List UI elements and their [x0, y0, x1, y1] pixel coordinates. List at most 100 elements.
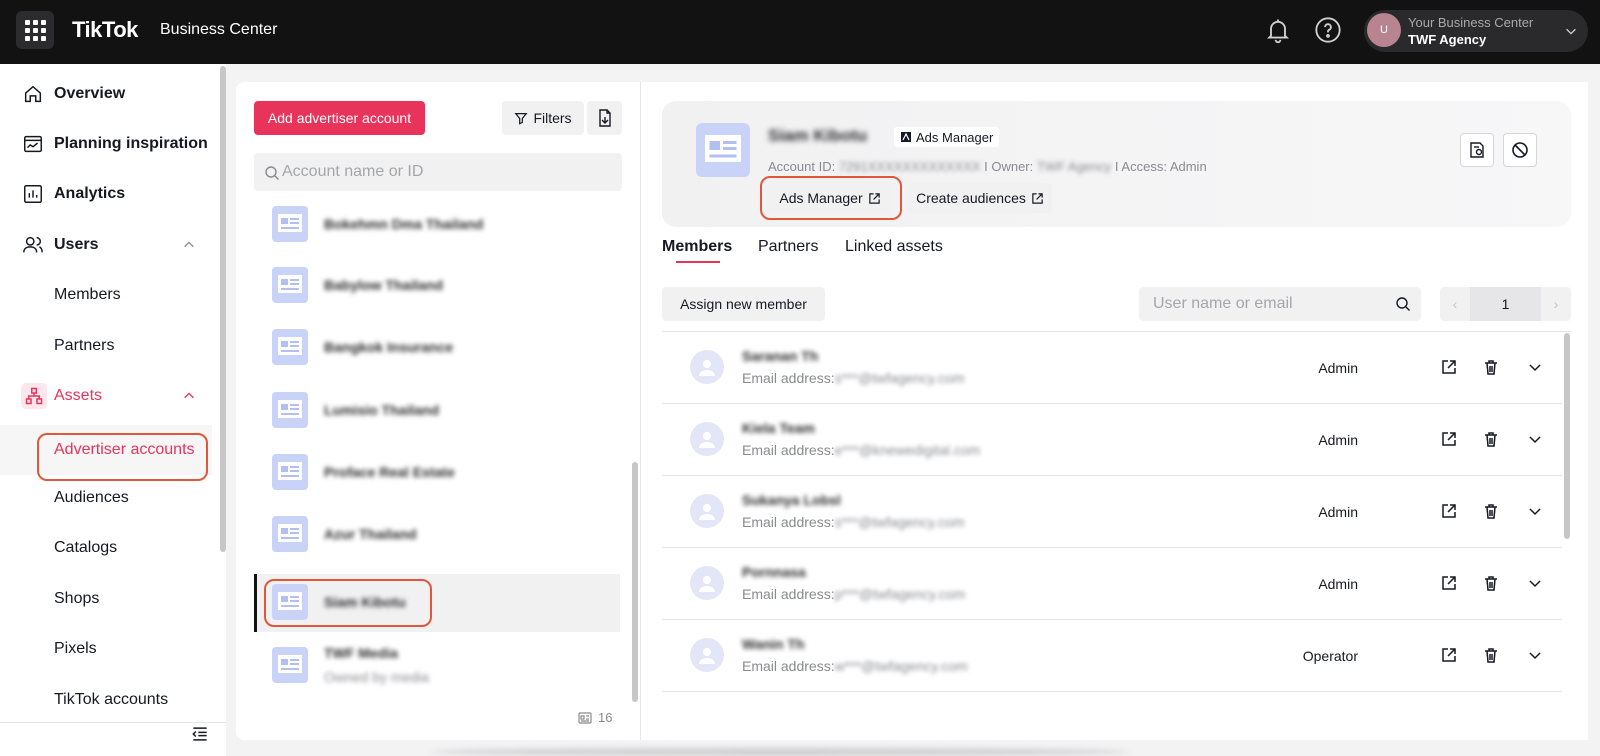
account-list-item[interactable]: Azur Thailand [254, 506, 620, 564]
member-name: Saranan Th [742, 348, 819, 364]
account-search-input[interactable] [282, 153, 612, 191]
current-page[interactable]: 1 [1470, 287, 1541, 321]
users-icon [23, 236, 43, 253]
account-list-item[interactable]: Lumisio Thailand [254, 382, 620, 440]
account-id-label: Account ID: [768, 159, 836, 174]
member-role: Admin [1318, 504, 1358, 520]
export-button[interactable] [587, 101, 622, 135]
member-role: Admin [1318, 576, 1358, 592]
chevron-down-icon[interactable] [1526, 502, 1544, 520]
email-value: w***@twfagency.com [834, 658, 968, 674]
member-row: Kiela Team Email address:e***@knewedigit… [662, 404, 1562, 476]
sidebar-item-shops[interactable]: Shops [0, 577, 212, 621]
brand-subtitle: Business Center [160, 21, 278, 38]
sidebar-item-users[interactable]: Users [0, 223, 212, 267]
disable-button[interactable] [1503, 133, 1537, 167]
member-role: Admin [1318, 432, 1358, 448]
ads-manager-icon [901, 132, 911, 142]
member-email: Email address:e***@knewedigital.com [742, 442, 980, 458]
trash-icon[interactable] [1482, 502, 1500, 520]
tab-partners[interactable]: Partners [758, 238, 818, 256]
chevron-up-icon [184, 241, 194, 248]
collapse-sidebar-icon[interactable] [190, 724, 210, 744]
external-link-icon[interactable] [1440, 358, 1458, 376]
brand-logo[interactable]: TikTok [72, 17, 138, 43]
sidebar-item-overview[interactable]: Overview [0, 72, 212, 116]
sidebar-item-audiences[interactable]: Audiences [0, 476, 212, 520]
owner-value: TWF Agency [1036, 159, 1112, 174]
account-name: TWF Media [324, 645, 398, 661]
email-value: s***@twfagency.com [834, 370, 965, 386]
account-list-item[interactable]: Babylow Thailand [254, 257, 620, 315]
external-link-icon[interactable] [1440, 646, 1458, 664]
search-icon[interactable] [1395, 296, 1411, 312]
trash-icon[interactable] [1482, 646, 1500, 664]
member-search-input[interactable] [1153, 287, 1393, 321]
trash-icon[interactable] [1482, 358, 1500, 376]
account-card-icon [578, 711, 592, 724]
chevron-down-icon[interactable] [1526, 358, 1544, 376]
account-card-icon [272, 454, 308, 490]
account-card-icon [272, 647, 308, 683]
member-search[interactable] [1139, 287, 1421, 321]
active-tab-indicator [676, 261, 720, 263]
trash-icon[interactable] [1482, 430, 1500, 448]
sidebar-item-label: Shops [54, 590, 100, 607]
account-list-item[interactable]: Bokehmn Dma Thailand [254, 196, 620, 254]
chevron-down-icon[interactable] [1526, 430, 1544, 448]
account-count: 16 [578, 710, 612, 725]
external-link-icon[interactable] [1440, 574, 1458, 592]
account-switcher[interactable]: U Your Business Center TWF Agency [1364, 10, 1588, 52]
sidebar-item-label: Users [54, 236, 99, 253]
external-link-icon[interactable] [1440, 430, 1458, 448]
external-link-icon[interactable] [1440, 502, 1458, 520]
sidebar-item-analytics[interactable]: Analytics [0, 172, 212, 216]
ads-manager-tag-label: Ads Manager [916, 129, 994, 145]
assign-new-member-button[interactable]: Assign new member [662, 287, 825, 321]
apps-grid-button[interactable] [16, 11, 54, 49]
account-list-item[interactable]: Bangkok Insurance [254, 319, 620, 377]
account-name: Proface Real Estate [324, 464, 455, 480]
sidebar-item-assets[interactable]: Assets [0, 374, 212, 418]
filters-button[interactable]: Filters [502, 101, 584, 135]
sidebar-item-partners[interactable]: Partners [0, 324, 212, 368]
tab-linked-assets[interactable]: Linked assets [845, 238, 943, 256]
member-role: Admin [1318, 360, 1358, 376]
sidebar-item-label: Audiences [54, 489, 129, 506]
prev-page-icon[interactable]: ‹ [1440, 287, 1470, 321]
account-name: Bokehmn Dma Thailand [324, 216, 484, 232]
accounts-scrollbar[interactable] [632, 462, 638, 702]
sidebar-item-members[interactable]: Members [0, 273, 212, 317]
add-advertiser-account-button[interactable]: Add advertiser account [254, 101, 425, 135]
avatar: U [1367, 13, 1401, 47]
sidebar-item-label: Analytics [54, 185, 126, 202]
account-card-icon [272, 206, 308, 242]
sidebar: Overview Planning inspiration Analytics … [0, 64, 226, 756]
chevron-down-icon[interactable] [1526, 646, 1544, 664]
create-audiences-button[interactable]: Create audiences [908, 183, 1052, 213]
account-name: Babylow Thailand [324, 277, 444, 293]
account-detail-name: Siam Kibotu [768, 126, 868, 145]
sidebar-item-tiktok-accounts[interactable]: TikTok accounts [0, 678, 212, 722]
tab-members[interactable]: Members [662, 238, 732, 256]
next-page-icon[interactable]: › [1541, 287, 1571, 321]
help-icon[interactable] [1314, 16, 1342, 44]
trash-icon[interactable] [1482, 574, 1500, 592]
bell-icon[interactable] [1264, 16, 1292, 44]
sidebar-scrollbar[interactable] [220, 66, 226, 552]
account-name: Lumisio Thailand [324, 402, 440, 418]
sidebar-item-catalogs[interactable]: Catalogs [0, 526, 212, 570]
account-list-item[interactable]: Proface Real Estate [254, 444, 620, 502]
account-list-item[interactable]: TWF Media Owned by media [254, 637, 620, 695]
chevron-down-icon[interactable] [1526, 574, 1544, 592]
email-value: e***@knewedigital.com [834, 442, 981, 458]
settings-file-button[interactable] [1460, 133, 1494, 167]
account-label: Your Business Center [1408, 15, 1534, 30]
ads-manager-tag: Ads Manager [894, 127, 1000, 147]
sidebar-item-pixels[interactable]: Pixels [0, 627, 212, 671]
members-scrollbar[interactable] [1564, 333, 1570, 539]
sidebar-item-planning-inspiration[interactable]: Planning inspiration [0, 122, 212, 166]
divider [0, 722, 226, 723]
account-card-icon [272, 392, 308, 428]
account-search[interactable] [254, 153, 622, 191]
